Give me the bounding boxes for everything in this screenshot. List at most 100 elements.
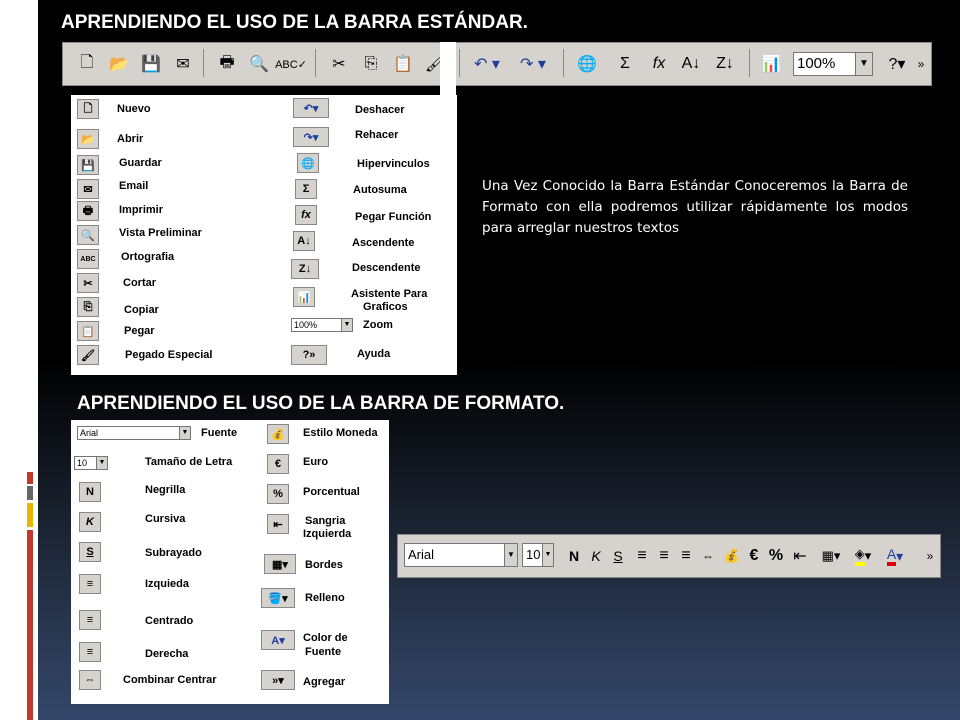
legend-label: Zoom [363,319,393,331]
spelling-icon: ABC [77,249,99,269]
zoom-combo[interactable]: 100% ▼ [793,52,873,76]
currency-style-icon: 💰 [267,424,289,444]
decrease-indent-icon: ⇤ [267,514,289,534]
chevron-down-icon: ▼ [179,427,190,439]
format-legend-panel: Arial ▼ Fuente 10 ▼ Tamaño de Letra N Ne… [71,420,389,704]
legend-label: Derecha [145,648,189,660]
legend-label: Estilo Moneda [303,427,378,439]
decrease-indent-icon[interactable]: ⇤ [790,535,810,577]
hyperlink-icon[interactable]: 🌐 [573,43,601,85]
align-center-icon: ≡ [79,610,101,630]
paste-function-icon[interactable]: fx [645,43,673,85]
chevron-down-icon[interactable]: ▼ [542,544,553,566]
accent-red-bar-2 [27,530,33,720]
legend-label: Pegar [124,325,155,337]
zoom-combo-sample: 100% ▼ [291,318,353,332]
legend-label: Relleno [305,592,345,604]
cut-icon: ✂ [77,273,99,293]
legend-label: Izquierda [303,528,352,540]
legend-label: Combinar Centrar [123,674,217,686]
size-combo-sample: 10 ▼ [74,456,108,470]
chevron-down-icon[interactable]: ▼ [504,544,517,566]
legend-label: Fuente [201,427,238,439]
print-preview-icon[interactable]: 🔍 [245,43,273,85]
email-icon[interactable]: ✉ [169,43,197,85]
legend-label: Cursiva [145,513,186,525]
chevron-down-icon[interactable]: ▼ [855,53,872,75]
print-icon[interactable]: 🖶 [213,43,241,85]
align-right-icon[interactable]: ≡ [676,535,696,577]
zoom-value: 100% [797,55,836,72]
print-icon: 🖶 [77,201,99,221]
legend-label: Centrado [145,615,194,627]
standard-toolbar: 🗋 📂 💾 ✉ 🖶 🔍 ABC✓ ✂ ⎘ 📋 🖌 ↶ ▾ ↷ ▾ 🌐 Σ fx … [62,42,932,86]
fill-color-icon[interactable]: ◈ ▾ [848,535,878,577]
cut-icon[interactable]: ✂ [325,43,353,85]
legend-label: Tamaño de Letra [145,456,233,468]
undo-icon: ↶▾ [293,98,329,118]
help-icon[interactable]: ?▾ [883,43,911,85]
percent-icon: % [267,484,289,504]
copy-icon[interactable]: ⎘ [357,43,385,85]
description-text: Una Vez Conocido la Barra Estándar Conoc… [482,178,908,236]
legend-label: Descendente [352,262,421,274]
legend-label: Vista Preliminar [119,227,202,239]
align-left-icon[interactable]: ≡ [632,535,652,577]
legend-label: Color de [303,632,348,644]
percent-icon[interactable]: % [766,535,786,577]
legend-label: Ascendente [352,237,415,249]
underline-icon[interactable]: S [608,535,628,577]
paste-icon[interactable]: 📋 [389,43,417,85]
legend-label: Bordes [305,559,343,571]
separator [563,49,564,77]
font-color-icon[interactable]: A ▾ [880,535,910,577]
autosum-icon[interactable]: Σ [611,43,639,85]
email-icon: ✉ [77,179,99,199]
sort-descending-icon[interactable]: Z↓ [711,43,739,85]
chart-wizard-icon: 📊 [293,287,315,307]
open-icon[interactable]: 📂 [105,43,133,85]
legend-label: Hipervinculos [357,158,430,170]
chart-wizard-icon[interactable]: 📊 [757,43,785,85]
title-format: APRENDIENDO EL USO DE LA BARRA DE FORMAT… [77,393,565,414]
sort-descending-icon: Z↓ [291,259,319,279]
more-buttons-icon[interactable]: » [922,535,938,577]
euro-icon[interactable]: € [744,535,764,577]
save-icon[interactable]: 💾 [137,43,165,85]
borders-icon[interactable]: ▦▾ [816,535,846,577]
merge-center-icon: ⇔ [79,670,101,690]
redo-icon[interactable]: ↷ ▾ [513,43,553,85]
save-icon: 💾 [77,155,99,175]
copy-icon: ⎘ [77,297,99,317]
more-buttons-icon[interactable]: » [913,43,929,85]
sort-ascending-icon: A↓ [293,231,315,251]
spelling-icon[interactable]: ABC✓ [275,43,307,85]
legend-label: Pegado Especial [125,349,213,361]
legend-label: Email [119,180,149,192]
standard-legend-panel: 🗋 Nuevo 📂 Abrir 💾 Guardar ✉ Email 🖶 Impr… [71,95,457,375]
paste-function-icon: fx [295,205,317,225]
sort-ascending-icon[interactable]: A↓ [677,43,705,85]
size-combo[interactable]: 10 ▼ [522,543,554,567]
italic-icon[interactable]: K [586,535,606,577]
separator [203,49,204,77]
align-right-icon: ≡ [79,642,101,662]
legend-label: Imprimir [119,204,164,216]
font-combo[interactable]: Arial ▼ [404,543,518,567]
formatting-toolbar: Arial ▼ 10 ▼ N K S ≡ ≡ ≡ ⇔ 💰 € % ⇤ ▦▾ ◈ ▾… [397,534,941,578]
legend-label: Porcentual [303,486,360,498]
fill-color-icon: 🪣▾ [261,588,295,608]
merge-center-icon[interactable]: ⇔ [698,535,718,577]
currency-style-icon[interactable]: 💰 [722,535,742,577]
italic-icon: K [79,512,101,532]
legend-label: Rehacer [355,129,399,141]
font-combo-sample: Arial ▼ [77,426,191,440]
undo-icon[interactable]: ↶ ▾ [467,43,507,85]
font-value: Arial [408,547,435,562]
align-center-icon[interactable]: ≡ [654,535,674,577]
new-icon[interactable]: 🗋 [73,43,101,85]
bold-icon[interactable]: N [564,535,584,577]
underline-icon: S [79,542,101,562]
align-left-icon: ≡ [79,574,101,594]
title-standard: APRENDIENDO EL USO DE LA BARRA ESTÁNDAR. [61,12,528,33]
